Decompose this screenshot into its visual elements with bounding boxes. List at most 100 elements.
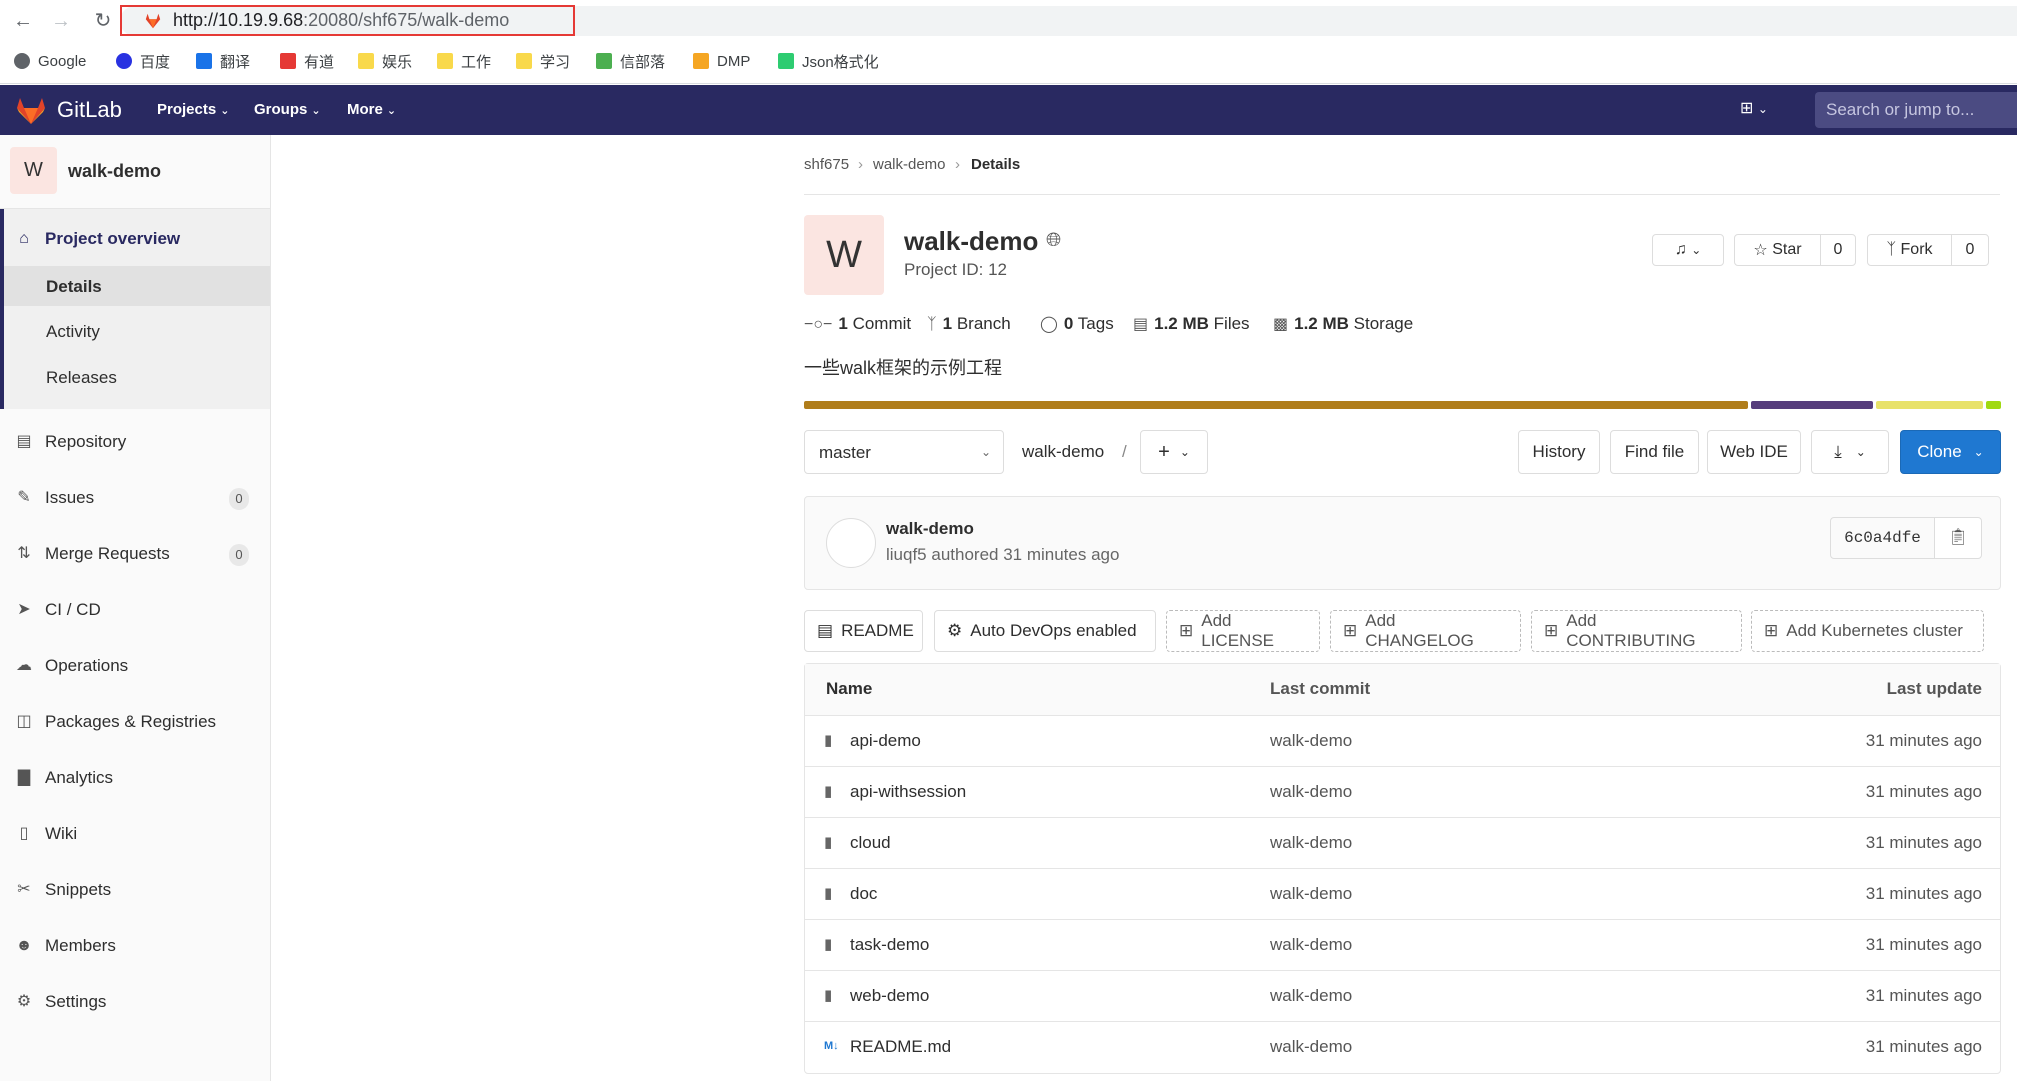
file-name-link[interactable]: api-withsession	[850, 782, 966, 802]
file-icon: ▤	[1133, 316, 1149, 333]
copy-sha-button[interactable]: 📋︎	[1934, 517, 1982, 559]
fork-button[interactable]: ᛉ Fork	[1867, 234, 1952, 266]
commit-sha[interactable]: 6c0a4dfe	[1830, 517, 1935, 559]
baidu-icon	[116, 53, 132, 69]
bookmark-xinbuluo[interactable]: 信部落	[596, 50, 665, 72]
file-name-link[interactable]: task-demo	[850, 935, 929, 955]
add-contributing-button[interactable]: ⊞ Add CONTRIBUTING	[1531, 610, 1742, 652]
sidebar-item-project-overview[interactable]: ⌂ Project overview	[0, 219, 270, 259]
sidebar-item-merge-requests[interactable]: ⇅ Merge Requests 0	[0, 534, 270, 574]
last-commit-link[interactable]: walk-demo	[1270, 1037, 1352, 1057]
last-commit-link[interactable]: walk-demo	[1270, 935, 1352, 955]
last-commit-link[interactable]: walk-demo	[1270, 833, 1352, 853]
bookmark-youdao[interactable]: 有道	[280, 50, 334, 72]
sidebar-project-header[interactable]: W walk-demo	[0, 135, 270, 209]
reload-icon[interactable]: ↻	[90, 8, 116, 34]
stat-commits[interactable]: −○− 1 Commit	[804, 314, 911, 334]
history-button[interactable]: History	[1518, 430, 1600, 474]
table-row[interactable]: ▮ task-demo walk-demo 31 minutes ago	[805, 920, 2000, 971]
sidebar-item-repository[interactable]: ▤ Repository	[0, 422, 270, 462]
search-input[interactable]	[1815, 92, 2017, 128]
last-commit-link[interactable]: walk-demo	[1270, 782, 1352, 802]
breadcrumb-walk-demo[interactable]: walk-demo	[873, 156, 946, 173]
sidebar-item-members[interactable]: ☻ Members	[0, 926, 270, 966]
nav-groups[interactable]: Groups ⌄	[254, 101, 321, 118]
sidebar-item-cicd[interactable]: ➤ CI / CD	[0, 590, 270, 630]
breadcrumb-details[interactable]: Details	[971, 156, 1020, 173]
author-avatar[interactable]	[826, 518, 876, 568]
last-commit-link[interactable]: walk-demo	[1270, 986, 1352, 1006]
sidebar-item-analytics[interactable]: ▇ Analytics	[0, 758, 270, 798]
language-segment[interactable]	[1876, 401, 1983, 409]
find-file-button[interactable]: Find file	[1610, 430, 1699, 474]
table-row[interactable]: M↓ README.md walk-demo 31 minutes ago	[805, 1022, 2000, 1073]
branch-select[interactable]: master ⌄	[804, 430, 1004, 474]
star-button[interactable]: ☆ Star	[1734, 234, 1821, 266]
file-name-link[interactable]: cloud	[850, 833, 891, 853]
last-commit-link[interactable]: walk-demo	[1270, 884, 1352, 904]
bookmark-folder-ent[interactable]: 娱乐	[358, 50, 412, 72]
back-icon[interactable]: ←	[10, 8, 36, 34]
bookmark-json[interactable]: Json格式化	[778, 50, 879, 72]
sidebar-item-activity[interactable]: Activity	[4, 311, 270, 351]
download-dropdown[interactable]: ⤓ ⌄	[1811, 430, 1889, 474]
table-row[interactable]: ▮ doc walk-demo 31 minutes ago	[805, 869, 2000, 920]
star-count[interactable]: 0	[1820, 234, 1856, 266]
stat-tags[interactable]: ◯ 0 Tags	[1040, 314, 1114, 334]
language-segment[interactable]	[1751, 401, 1874, 409]
bookmark-dmp[interactable]: DMP	[693, 50, 750, 72]
language-segment[interactable]	[804, 401, 1749, 409]
project-description: 一些walk框架的示例工程	[804, 358, 1003, 378]
bookmark-google[interactable]: Google	[14, 50, 86, 72]
file-name-link[interactable]: README.md	[850, 1037, 951, 1057]
sidebar-item-settings[interactable]: ⚙ Settings	[0, 982, 270, 1022]
last-commit-link[interactable]: walk-demo	[1270, 731, 1352, 751]
new-dropdown[interactable]: ⊞ ⌄	[1740, 98, 1768, 118]
sidebar-item-issues[interactable]: ✎ Issues 0	[0, 478, 270, 518]
readme-button[interactable]: ▤ README	[804, 610, 923, 652]
bookmark-translate[interactable]: 翻译	[196, 50, 250, 72]
bookmark-folder-work[interactable]: 工作	[437, 50, 491, 72]
sidebar-item-operations[interactable]: ☁ Operations	[0, 646, 270, 686]
notification-dropdown[interactable]: ♫ ⌄	[1652, 234, 1724, 266]
sidebar-item-wiki[interactable]: ▯ Wiki	[0, 814, 270, 854]
bookmark-folder-study[interactable]: 学习	[516, 50, 570, 72]
search-box[interactable]	[1815, 92, 2017, 128]
file-name-link[interactable]: web-demo	[850, 986, 929, 1006]
file-name-link[interactable]: api-demo	[850, 731, 921, 751]
breadcrumb-shf675[interactable]: shf675	[804, 156, 849, 173]
nav-more[interactable]: More ⌄	[347, 101, 396, 118]
stat-files[interactable]: ▤ 1.2 MB Files	[1133, 314, 1250, 334]
clone-button[interactable]: Clone ⌄	[1900, 430, 2001, 474]
forward-icon[interactable]: →	[48, 8, 74, 34]
stat-storage[interactable]: ▩ 1.2 MB Storage	[1273, 314, 1413, 334]
add-to-tree-dropdown[interactable]: + ⌄	[1140, 430, 1208, 474]
sidebar-item-details[interactable]: Details	[4, 266, 270, 306]
sidebar-item-label: Operations	[45, 656, 129, 675]
translate-icon	[196, 53, 212, 69]
bookmark-baidu[interactable]: 百度	[116, 50, 170, 72]
url-text: http://10.19.9.68:20080/shf675/walk-demo	[173, 10, 509, 31]
sidebar-item-releases[interactable]: Releases	[4, 357, 270, 397]
add-license-button[interactable]: ⊞ Add LICENSE	[1166, 610, 1320, 652]
path-root[interactable]: walk-demo	[1022, 442, 1104, 462]
last-update-time: 31 minutes ago	[1865, 1037, 1982, 1056]
table-row[interactable]: ▮ api-demo walk-demo 31 minutes ago	[805, 716, 2000, 767]
language-segment[interactable]	[1985, 401, 2001, 409]
add-changelog-button[interactable]: ⊞ Add CHANGELOG	[1330, 610, 1521, 652]
table-row[interactable]: ▮ cloud walk-demo 31 minutes ago	[805, 818, 2000, 869]
table-row[interactable]: ▮ web-demo walk-demo 31 minutes ago	[805, 971, 2000, 1022]
file-name-link[interactable]: doc	[850, 884, 877, 904]
gitlab-brand[interactable]: GitLab	[57, 97, 122, 123]
fork-count[interactable]: 0	[1951, 234, 1989, 266]
sidebar-item-snippets[interactable]: ✂ Snippets	[0, 870, 270, 910]
commit-title[interactable]: walk-demo	[886, 519, 974, 539]
gitlab-logo-icon[interactable]	[16, 97, 46, 125]
sidebar-item-packages[interactable]: ◫ Packages & Registries	[0, 702, 270, 742]
web-ide-button[interactable]: Web IDE	[1707, 430, 1801, 474]
auto-devops-button[interactable]: ⚙ Auto DevOps enabled	[934, 610, 1156, 652]
nav-projects[interactable]: Projects ⌄	[157, 101, 229, 118]
table-row[interactable]: ▮ api-withsession walk-demo 31 minutes ago	[805, 767, 2000, 818]
stat-branches[interactable]: ᛉ1 Branch	[927, 314, 1011, 334]
add-kubernetes-button[interactable]: ⊞ Add Kubernetes cluster	[1751, 610, 1984, 652]
